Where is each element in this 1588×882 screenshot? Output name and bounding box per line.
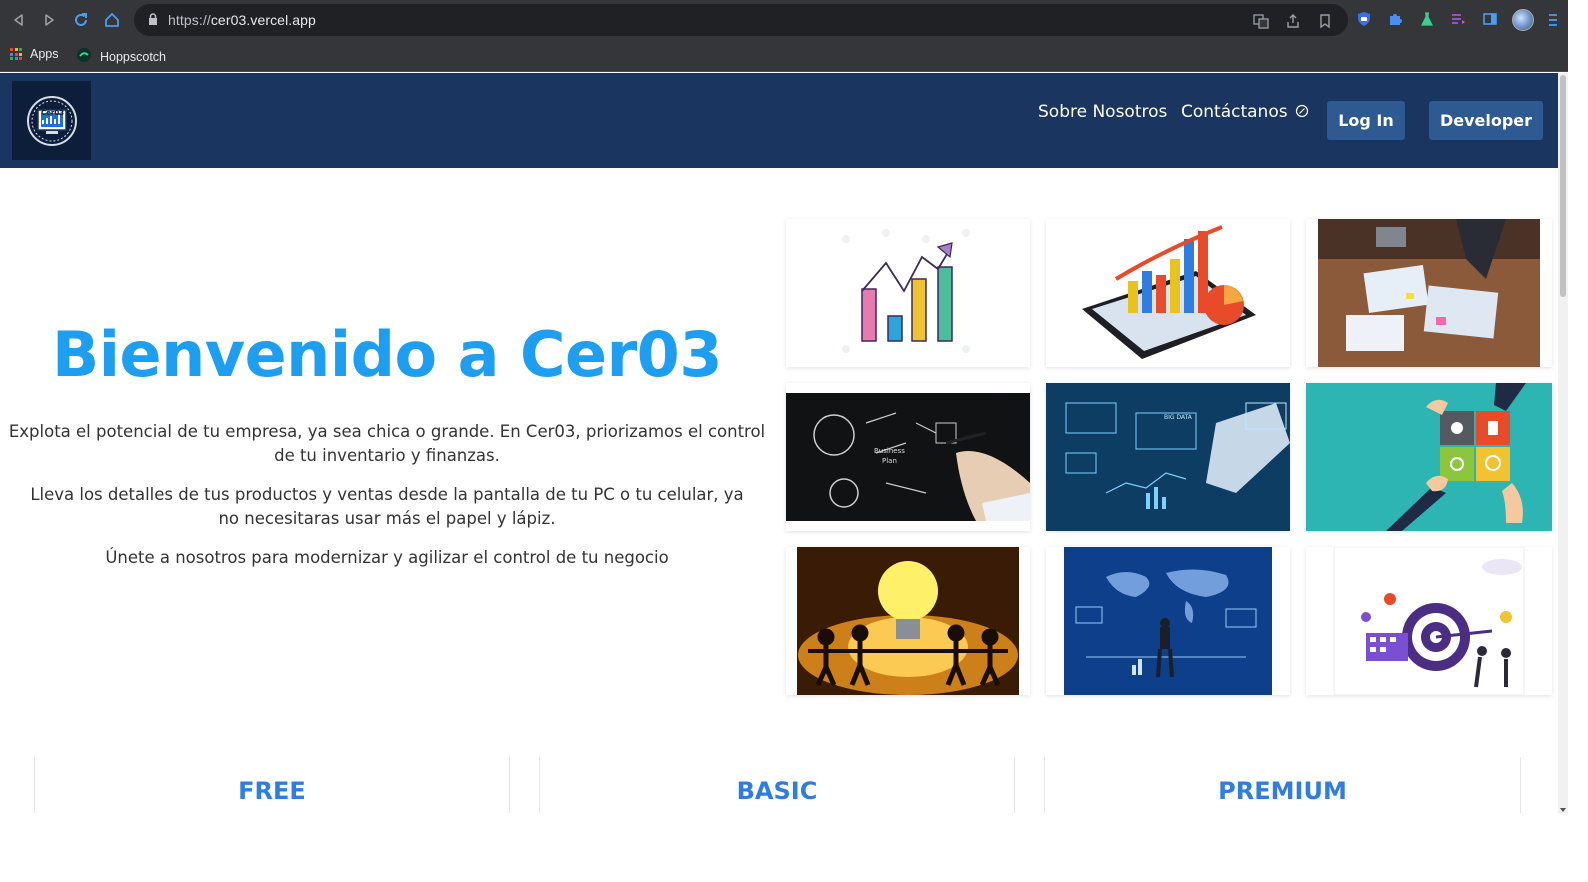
hoppscotch-icon — [76, 47, 92, 66]
profile-avatar[interactable] — [1512, 9, 1534, 31]
nav-contact-label: Contáctanos — [1181, 102, 1288, 122]
hero-paragraph-2: Lleva los detalles de tus productos y ve… — [30, 485, 744, 528]
svg-text:BIG DATA: BIG DATA — [1164, 414, 1193, 421]
sidebar-icon[interactable] — [1480, 9, 1500, 29]
scrollbar-thumb[interactable] — [1560, 75, 1566, 297]
page-viewport: Cer03 Sobre Nosotros Contáctanos Log In … — [0, 73, 1558, 813]
lock-icon[interactable] — [148, 13, 158, 31]
nav-contact-link[interactable]: Contáctanos — [1181, 102, 1309, 123]
puzzle-extension-icon[interactable] — [1385, 9, 1405, 29]
address-bar[interactable]: https://cer03.vercel.app — [134, 4, 1348, 36]
svg-text:Plan: Plan — [882, 457, 897, 465]
share-icon[interactable] — [1284, 12, 1302, 30]
puzzle-hands-illustration — [1306, 383, 1552, 531]
shield-extension-icon[interactable] — [1354, 9, 1374, 29]
plan-card-free: FREE — [34, 757, 510, 813]
nav-about-link[interactable]: Sobre Nosotros — [1038, 102, 1167, 122]
blank-area — [0, 813, 1568, 882]
translate-icon[interactable] — [1252, 12, 1270, 30]
bookmark-hoppscotch[interactable]: Hoppscotch — [76, 47, 166, 66]
playlist-extension-icon[interactable] — [1448, 9, 1468, 29]
url-text[interactable]: https://cer03.vercel.app — [168, 12, 316, 28]
plan-title: FREE — [238, 777, 306, 805]
site-navbar: Cer03 Sobre Nosotros Contáctanos Log In … — [0, 73, 1558, 168]
bookmark-label: Hoppscotch — [100, 49, 167, 64]
reload-icon[interactable] — [70, 9, 92, 31]
bookmark-label: Apps — [30, 47, 59, 61]
scroll-down-arrow-icon[interactable] — [1559, 801, 1567, 812]
flask-extension-icon[interactable] — [1417, 9, 1437, 29]
login-button[interactable]: Log In — [1327, 101, 1405, 140]
plan-card-premium: PREMIUM — [1044, 757, 1521, 813]
hero-paragraph-1: Explota el potencial de tu empresa, ya s… — [8, 422, 766, 465]
business-meeting-documents-photo — [1306, 219, 1552, 367]
plan-title: PREMIUM — [1218, 777, 1347, 805]
world-map-digital-photo — [1046, 547, 1290, 695]
big-data-hologram-photo: BIG DATA — [1046, 383, 1290, 531]
lightbulb-teamwork-photo — [786, 547, 1030, 695]
business-plan-sketch-photo: Business Plan — [786, 383, 1030, 531]
bookmarks-bar: Apps Hoppscotch — [0, 40, 1568, 72]
back-icon[interactable] — [8, 9, 30, 31]
apps-grid-icon — [10, 48, 22, 60]
site-logo[interactable]: Cer03 — [12, 81, 91, 160]
hero-paragraph-3: Únete a nosotros para modernizar y agili… — [105, 548, 669, 567]
page-scrollbar[interactable] — [1558, 73, 1568, 813]
target-business-illustration — [1306, 547, 1552, 695]
bookmark-star-icon[interactable] — [1316, 12, 1334, 30]
home-icon[interactable] — [101, 9, 123, 31]
external-link-icon — [1295, 103, 1309, 123]
menu-icon[interactable] — [1546, 10, 1560, 30]
browser-toolbar: https://cer03.vercel.app — [0, 0, 1568, 40]
hero-title: Bienvenido a Cer03 — [52, 318, 722, 391]
window-edge — [1568, 0, 1588, 882]
plan-card-basic: BASIC — [539, 757, 1015, 813]
url-scheme: https:// — [168, 12, 211, 28]
forward-icon[interactable] — [38, 9, 60, 31]
logo-text: Cer03 — [41, 109, 64, 117]
plan-title: BASIC — [736, 777, 818, 805]
tablet-3d-chart-image — [1046, 219, 1290, 367]
bookmark-apps[interactable]: Apps — [10, 47, 59, 61]
url-host: cer03.vercel.app — [210, 12, 316, 28]
svg-text:Business: Business — [874, 447, 905, 455]
developer-button[interactable]: Developer — [1429, 101, 1543, 140]
growth-bar-chart-illustration — [786, 219, 1030, 367]
